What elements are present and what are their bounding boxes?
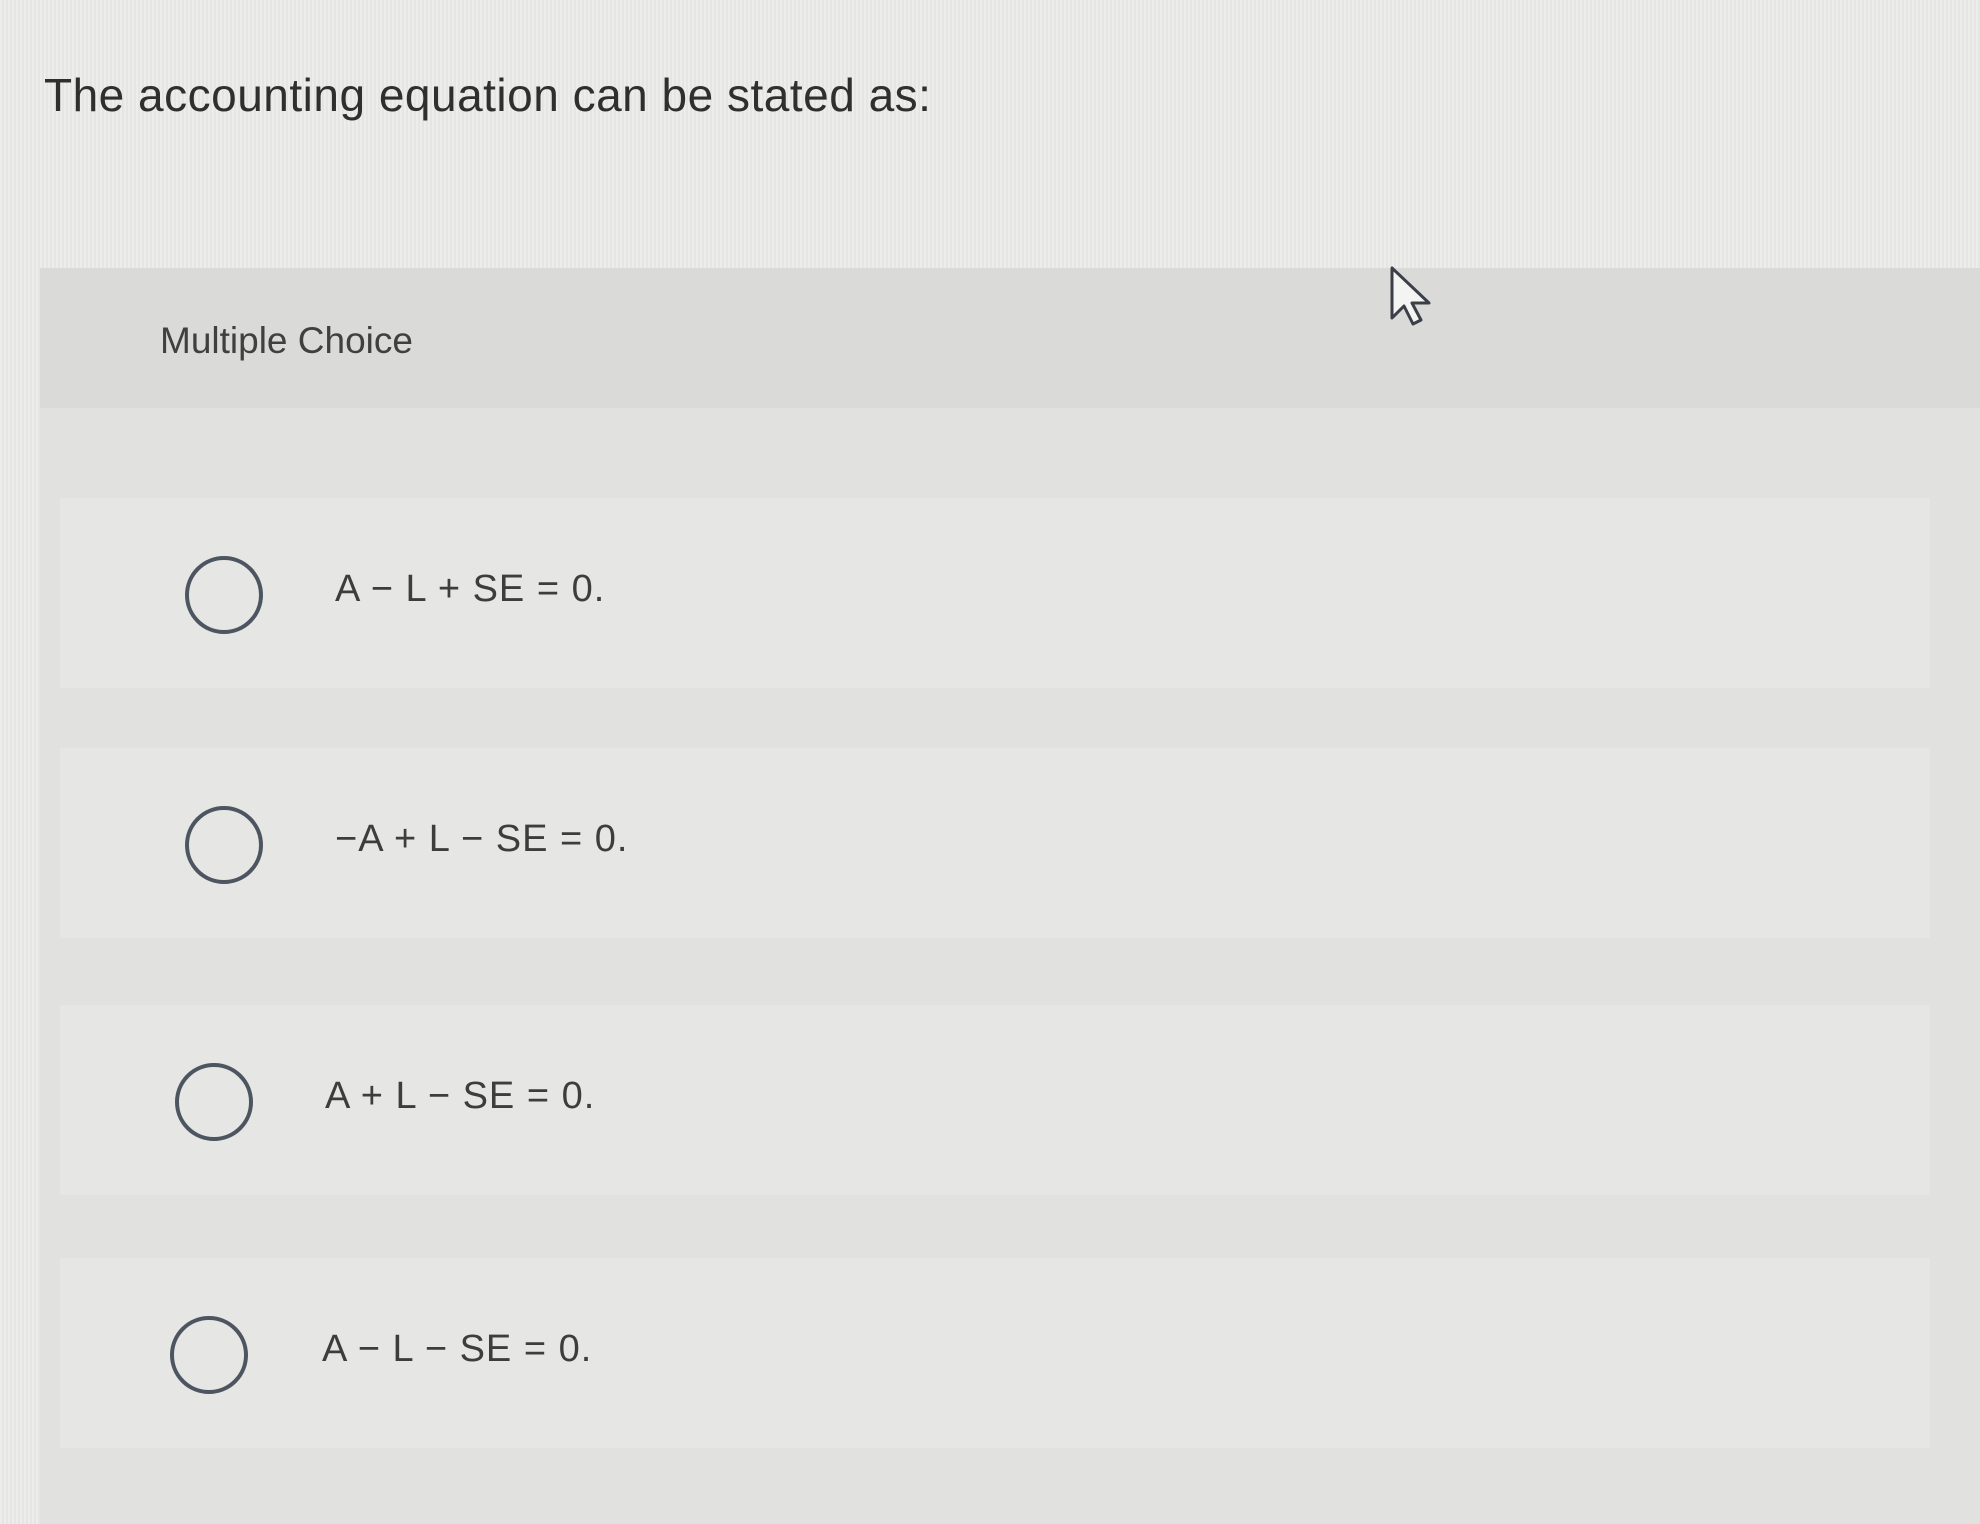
choice-type-title: Multiple Choice [160, 320, 413, 361]
radio-unselected-icon[interactable] [185, 806, 263, 884]
answer-option-label: A + L − SE = 0. [325, 1075, 596, 1117]
answer-option-1[interactable]: A − L + SE = 0. [60, 498, 1930, 688]
answer-option-label: A − L + SE = 0. [335, 568, 606, 610]
mouse-pointer-icon [1390, 266, 1431, 326]
answer-option-3[interactable]: A + L − SE = 0. [60, 1005, 1930, 1195]
radio-unselected-icon[interactable] [185, 556, 263, 634]
radio-unselected-icon[interactable] [170, 1316, 248, 1394]
answer-option-label: A − L − SE = 0. [322, 1328, 593, 1370]
answer-option-2[interactable]: −A + L − SE = 0. [60, 748, 1930, 938]
answer-option-label: −A + L − SE = 0. [335, 818, 629, 860]
answer-option-4[interactable]: A − L − SE = 0. [60, 1258, 1930, 1448]
choice-header: Multiple Choice [40, 268, 1980, 408]
question-text: The accounting equation can be stated as… [44, 69, 932, 121]
radio-unselected-icon[interactable] [175, 1063, 253, 1141]
